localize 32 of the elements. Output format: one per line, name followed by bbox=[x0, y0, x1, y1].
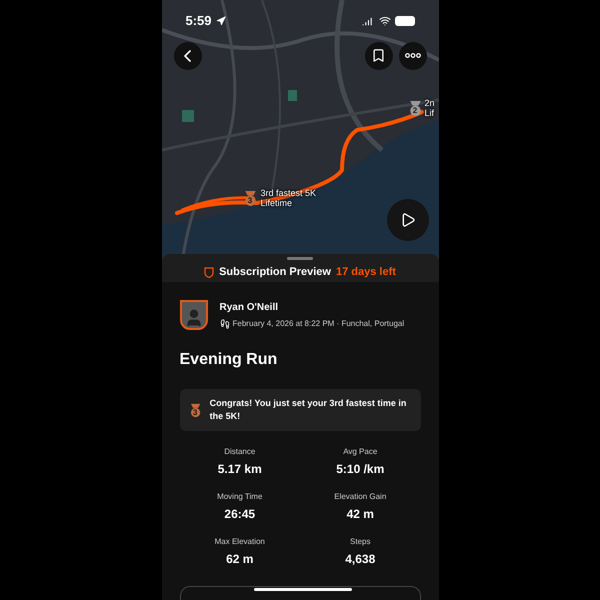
stat-value: 4,638 bbox=[345, 551, 376, 568]
stat-label: Steps bbox=[350, 536, 370, 548]
map-marker-label: 2n bbox=[424, 98, 435, 108]
map-marker-label: Lif bbox=[424, 108, 435, 118]
activity-meta: February 4, 2026 at 8:22 PM · Funchal, Portugal bbox=[232, 318, 404, 330]
stat-label: Elevation Gain bbox=[334, 491, 386, 503]
stat-label: Moving Time bbox=[217, 491, 262, 503]
stat-value: 5:10 /km bbox=[336, 461, 384, 478]
bookmark-icon bbox=[371, 48, 386, 63]
stat-value: 26:45 bbox=[224, 506, 256, 523]
drag-handle[interactable] bbox=[287, 257, 313, 260]
more-icon bbox=[404, 53, 420, 58]
achievement-text: Congrats! You just set your 3rd fastest time in the 5K! bbox=[210, 397, 408, 423]
map-marker-label: Lifetime bbox=[260, 198, 294, 208]
status-time: 5:59 bbox=[186, 12, 212, 30]
back-icon bbox=[184, 50, 191, 62]
shoe-icon bbox=[220, 319, 230, 329]
athlete-name[interactable]: Ryan O'Neill bbox=[220, 300, 404, 315]
stat-value: 62 m bbox=[226, 551, 254, 568]
stat-value: 42 m bbox=[346, 506, 374, 523]
subscription-banner[interactable]: Subscription Preview 17 days left bbox=[162, 262, 438, 282]
play-icon bbox=[400, 212, 416, 228]
days-left: 17 days left bbox=[336, 264, 396, 280]
activity-title: Evening Run bbox=[180, 350, 278, 370]
subscription-label: Subscription Preview bbox=[219, 264, 331, 280]
stat-label: Distance bbox=[224, 446, 256, 458]
stat-label: Avg Pace bbox=[343, 446, 378, 458]
stat-value: 5.17 km bbox=[218, 461, 262, 478]
shield-icon bbox=[204, 266, 214, 278]
stat-label: Max Elevation bbox=[214, 536, 265, 548]
avatar bbox=[180, 300, 208, 330]
location-icon bbox=[216, 16, 226, 26]
